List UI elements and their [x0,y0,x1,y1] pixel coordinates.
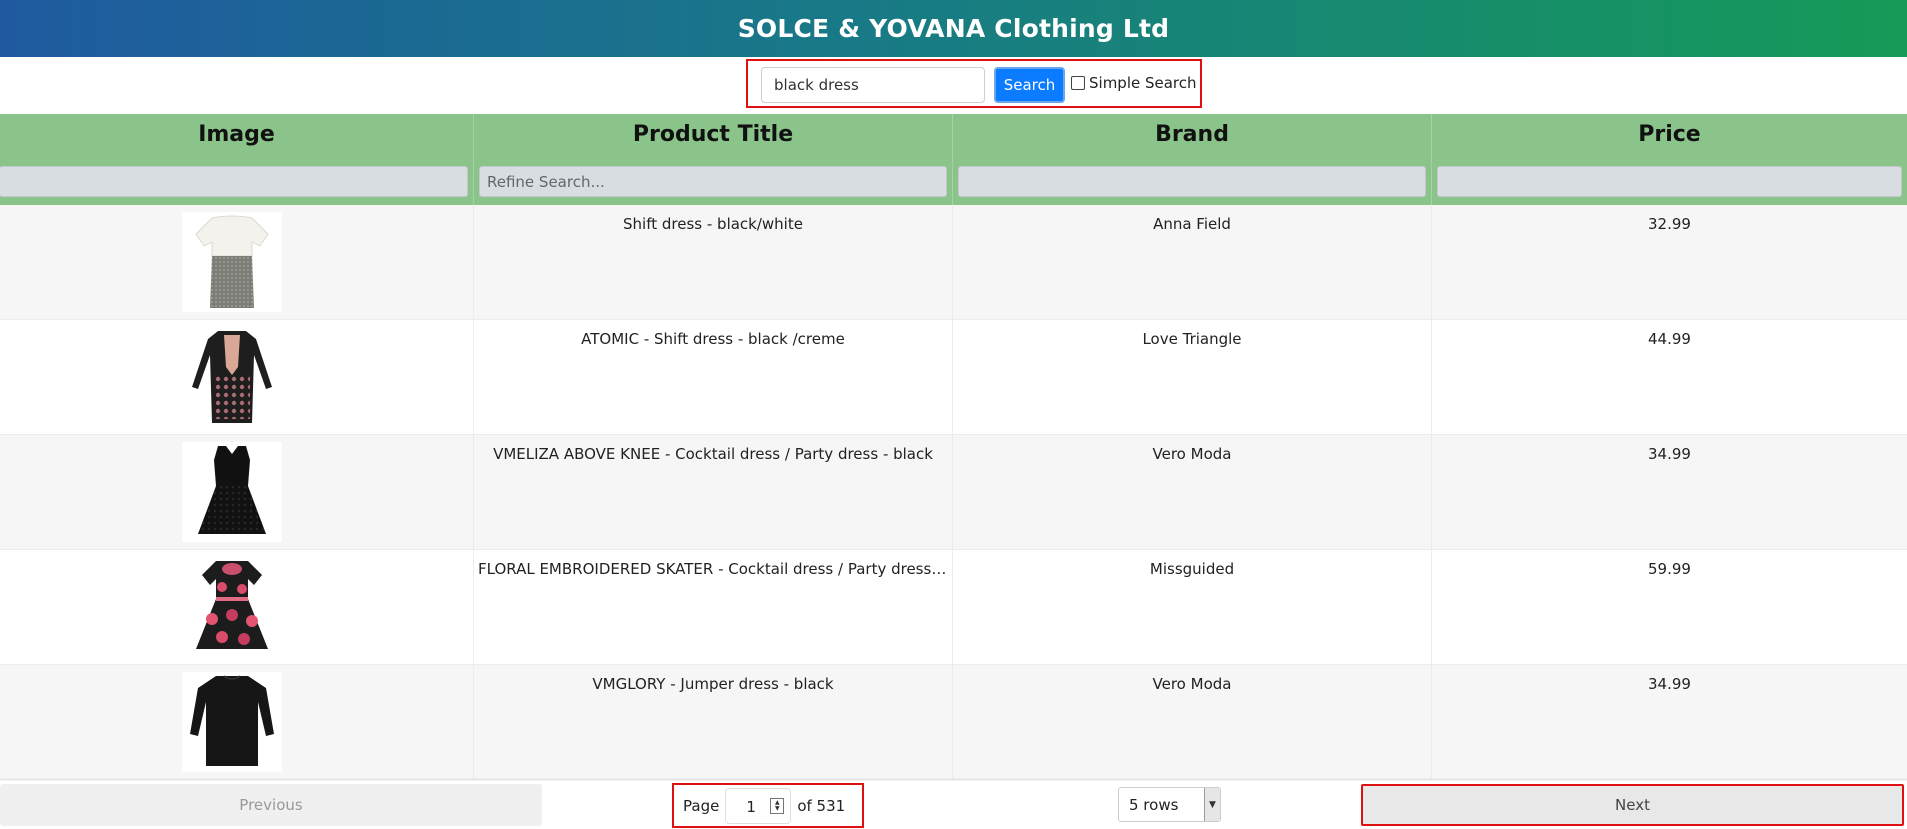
product-image[interactable] [182,212,282,312]
rows-per-page-select[interactable]: 5 rows ▼ [1118,787,1221,822]
title-cell: FLORAL EMBROIDERED SKATER - Cocktail dre… [474,550,953,665]
image-cell [0,320,474,435]
price-cell: 59.99 [1432,550,1907,665]
title-cell: VMELIZA ABOVE KNEE - Cocktail dress / Pa… [474,435,953,550]
table-row[interactable]: VMELIZA ABOVE KNEE - Cocktail dress / Pa… [0,435,1907,550]
table-body: Shift dress - black/white Anna Field 32.… [0,205,1907,780]
product-brand: Vero Moda [1152,445,1232,463]
brand-cell: Anna Field [953,205,1432,320]
product-image[interactable] [182,672,282,772]
simple-search-toggle[interactable]: Simple Search [1071,74,1197,92]
product-title: ATOMIC - Shift dress - black /creme [581,330,845,348]
image-cell [0,665,474,780]
column-product-title: Product Title [474,114,953,205]
brand-cell: Vero Moda [953,435,1432,550]
chevron-down-icon[interactable]: ▼ [1204,788,1220,821]
title-filter-input[interactable] [479,166,947,197]
column-brand: Brand [953,114,1432,205]
pagination-bar: Previous Page 1 ▲ ▼ of 531 5 rows ▼ Next [0,781,1907,829]
table-row[interactable]: Shift dress - black/white Anna Field 32.… [0,205,1907,320]
product-title: VMGLORY - Jumper dress - black [592,675,834,693]
product-image[interactable] [182,557,282,657]
brand-cell: Vero Moda [953,665,1432,780]
search-bar: Search Simple Search [0,57,1907,114]
page-number-input[interactable]: 1 ▲ ▼ [725,787,792,824]
product-title: FLORAL EMBROIDERED SKATER - Cocktail dre… [478,560,948,578]
product-price: 34.99 [1648,445,1691,463]
column-header-image[interactable]: Image [0,122,473,147]
price-cell: 44.99 [1432,320,1907,435]
title-cell: VMGLORY - Jumper dress - black [474,665,953,780]
price-filter-input[interactable] [1437,166,1902,197]
page-total: of 531 [797,796,846,815]
column-header-product-title[interactable]: Product Title [474,122,952,147]
product-price: 34.99 [1648,675,1691,693]
page-number: 1 [746,797,756,816]
title-cell: Shift dress - black/white [474,205,953,320]
product-brand: Love Triangle [1142,330,1242,348]
product-title: VMELIZA ABOVE KNEE - Cocktail dress / Pa… [493,445,933,463]
image-cell [0,205,474,320]
simple-search-checkbox[interactable] [1071,76,1085,90]
product-brand: Missguided [1149,560,1235,578]
table-row[interactable]: ATOMIC - Shift dress - black /creme Love… [0,320,1907,435]
previous-button[interactable]: Previous [0,784,542,826]
table-header: Image Product Title Brand Price [0,114,1907,205]
column-image: Image [0,114,474,205]
next-button[interactable]: Next [1361,784,1904,826]
price-cell: 34.99 [1432,435,1907,550]
image-cell [0,550,474,665]
brand-cell: Missguided [953,550,1432,665]
spinner-icon[interactable]: ▲ ▼ [770,797,785,814]
brand-filter-input[interactable] [958,166,1426,197]
simple-search-label: Simple Search [1089,74,1197,92]
page-selector: Page 1 ▲ ▼ of 531 [672,783,864,828]
product-brand: Anna Field [1153,215,1231,233]
image-filter-input[interactable] [0,166,468,197]
product-price: 32.99 [1648,215,1691,233]
product-brand: Vero Moda [1152,675,1232,693]
column-header-price[interactable]: Price [1432,122,1907,147]
column-price: Price [1432,114,1907,205]
column-header-brand[interactable]: Brand [953,122,1431,147]
page-label: Page [683,796,720,815]
search-input[interactable] [761,67,985,103]
title-cell: ATOMIC - Shift dress - black /creme [474,320,953,435]
search-button[interactable]: Search [994,67,1065,103]
product-title: Shift dress - black/white [623,215,803,233]
price-cell: 32.99 [1432,205,1907,320]
app-header: SOLCE & YOVANA Clothing Ltd [0,0,1907,57]
table-row[interactable]: VMGLORY - Jumper dress - black Vero Moda… [0,665,1907,780]
rows-per-page-value: 5 rows [1129,795,1179,814]
price-cell: 34.99 [1432,665,1907,780]
product-image[interactable] [182,442,282,542]
brand-cell: Love Triangle [953,320,1432,435]
product-price: 59.99 [1648,560,1691,578]
product-price: 44.99 [1648,330,1691,348]
app-title: SOLCE & YOVANA Clothing Ltd [737,14,1170,43]
image-cell [0,435,474,550]
product-image[interactable] [182,327,282,427]
table-row[interactable]: FLORAL EMBROIDERED SKATER - Cocktail dre… [0,550,1907,665]
search-group: Search Simple Search [746,59,1202,108]
